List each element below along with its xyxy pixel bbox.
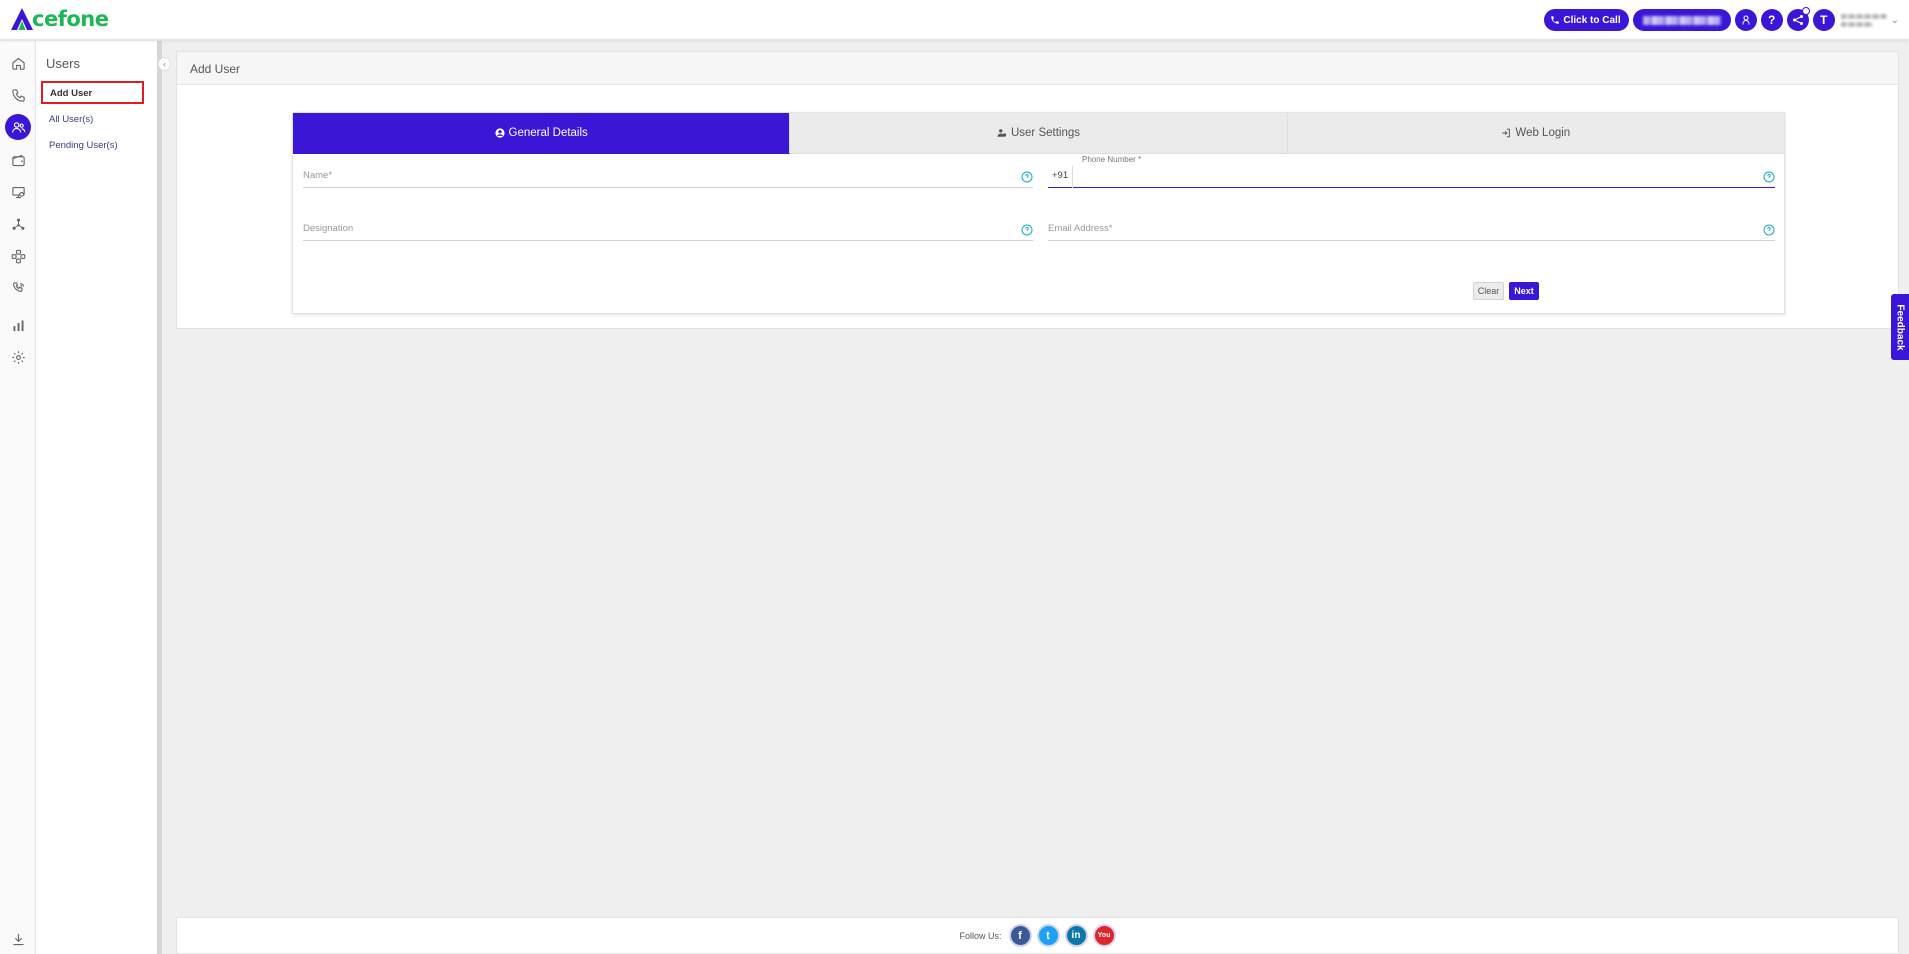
- rail-integrations[interactable]: [6, 244, 30, 268]
- rail-download[interactable]: [6, 927, 30, 951]
- phone-icon: [1551, 16, 1560, 24]
- linkedin-icon[interactable]: in: [1064, 924, 1088, 947]
- add-user-form: General Details User Settings Web Login …: [292, 112, 1785, 314]
- wallet-icon: [11, 154, 25, 166]
- tab-user-settings[interactable]: User Settings: [790, 113, 1288, 154]
- designation-field[interactable]: Designation: [303, 215, 1033, 241]
- integration-icon: [11, 249, 25, 263]
- headset-icon: [1742, 15, 1750, 25]
- help-button[interactable]: ?: [1760, 9, 1783, 31]
- rail-users[interactable]: [5, 114, 31, 140]
- subnav-item-all-users[interactable]: All User(s): [49, 114, 93, 125]
- tab-general-details[interactable]: General Details: [293, 113, 791, 154]
- phone-number-field[interactable]: Phone Number * +91: [1048, 155, 1775, 188]
- redacted-text: [1840, 13, 1887, 19]
- logo-mark-icon: [11, 8, 33, 30]
- main-panel: Add User General Details User Settings W…: [176, 51, 1899, 329]
- top-bar: cefone Click to Call ? T ⌄: [0, 0, 1909, 40]
- rail-home[interactable]: [6, 51, 30, 75]
- user-circle-icon: [494, 128, 505, 138]
- share-nodes-icon: [1792, 15, 1803, 25]
- feedback-label: Feedback: [1894, 303, 1906, 351]
- tab-label: General Details: [508, 127, 588, 139]
- subnav-item-add-user[interactable]: Add User: [41, 81, 144, 104]
- bar-chart-icon: [13, 320, 23, 331]
- next-button[interactable]: Next: [1509, 282, 1539, 300]
- home-icon: [11, 57, 25, 70]
- rail-ivr[interactable]: [6, 276, 30, 300]
- notification-dot: [1801, 7, 1810, 15]
- users-cog-icon: [997, 129, 1007, 137]
- click-to-call-button[interactable]: Click to Call: [1544, 9, 1629, 31]
- form-tabs: General Details User Settings Web Login: [293, 113, 1784, 154]
- softphone-button[interactable]: [1734, 9, 1757, 31]
- follow-us-label: Follow Us:: [959, 930, 1002, 941]
- rail-calls[interactable]: [6, 83, 30, 107]
- network-icon: [12, 218, 24, 230]
- redacted-number-pill[interactable]: [1632, 9, 1731, 31]
- user-avatar[interactable]: T: [1812, 9, 1835, 31]
- rail-network[interactable]: [6, 212, 30, 236]
- subnav-title: Users: [46, 56, 80, 71]
- sign-in-icon: [1502, 128, 1511, 138]
- phone-number-label: Phone Number *: [1082, 155, 1142, 164]
- users-icon: [11, 121, 25, 133]
- tab-label: Web Login: [1515, 127, 1571, 139]
- help-circle-icon[interactable]: [1763, 171, 1775, 183]
- chevron-left-icon: ‹: [163, 59, 166, 69]
- collapse-sidebar-button[interactable]: ‹: [158, 57, 171, 71]
- avatar-initial: T: [1819, 13, 1828, 27]
- phone-icon: [11, 88, 25, 102]
- rail-monitor[interactable]: [6, 180, 30, 204]
- redacted-user-name[interactable]: [1840, 10, 1887, 30]
- prefix-divider: [1072, 166, 1073, 188]
- page-title: Add User: [177, 52, 1898, 85]
- top-actions: Click to Call ? T ⌄: [1544, 7, 1899, 31]
- rail-wallet[interactable]: [6, 148, 30, 172]
- help-circle-icon[interactable]: [1021, 224, 1033, 236]
- tab-label: User Settings: [1010, 127, 1080, 139]
- clear-button[interactable]: Clear: [1473, 282, 1504, 300]
- help-label: ?: [1767, 13, 1776, 27]
- logo-text: cefone: [32, 7, 109, 31]
- ivr-icon: [12, 281, 24, 292]
- click-to-call-label: Click to Call: [1563, 14, 1621, 26]
- feedback-tab[interactable]: Feedback: [1891, 294, 1909, 360]
- email-placeholder: Email Address*: [1048, 223, 1113, 234]
- chevron-down-icon[interactable]: ⌄: [1891, 15, 1899, 26]
- download-icon: [13, 933, 23, 945]
- subnav-item-pending-users[interactable]: Pending User(s): [49, 140, 118, 151]
- settings-icon: [11, 350, 25, 364]
- youtube-icon[interactable]: You: [1092, 924, 1116, 947]
- email-address-field[interactable]: Email Address*: [1048, 215, 1775, 241]
- name-placeholder: Name*: [303, 170, 333, 181]
- acefone-logo[interactable]: cefone: [10, 6, 109, 32]
- redacted-text: [1840, 21, 1873, 27]
- icon-rail: [0, 41, 36, 954]
- designation-placeholder: Designation: [303, 223, 354, 234]
- help-circle-icon[interactable]: [1763, 224, 1775, 236]
- facebook-icon[interactable]: f: [1008, 924, 1032, 947]
- twitter-icon[interactable]: t: [1036, 924, 1060, 947]
- rail-settings[interactable]: [6, 345, 30, 369]
- monitor-icon: [11, 186, 25, 198]
- integrations-button[interactable]: [1786, 7, 1810, 31]
- redacted-text: [1642, 15, 1721, 25]
- tab-web-login[interactable]: Web Login: [1287, 113, 1784, 154]
- name-field[interactable]: Name*: [303, 162, 1033, 188]
- footer: Follow Us: f t in You: [176, 917, 1899, 954]
- country-code-prefix[interactable]: +91: [1052, 170, 1068, 181]
- help-circle-icon[interactable]: [1021, 171, 1033, 183]
- users-subnav: Users Add User All User(s) Pending User(…: [36, 41, 162, 954]
- rail-reports[interactable]: [6, 313, 30, 337]
